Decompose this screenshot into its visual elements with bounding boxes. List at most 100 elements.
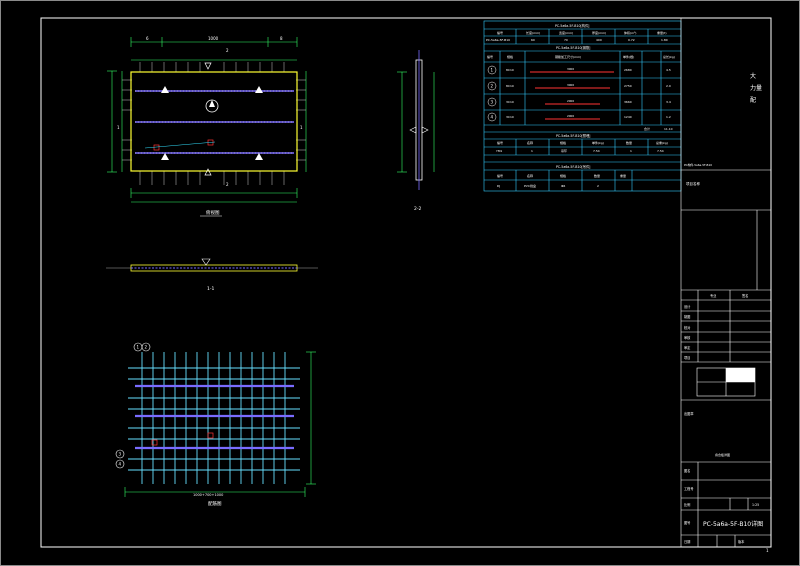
- schedule-row1-wt: 4.5: [666, 68, 671, 72]
- schedule-h1-c3: 宽度(mm): [559, 30, 573, 35]
- title-project-label: 项目名称: [686, 181, 700, 186]
- schedule-h4-c3: 规格: [560, 173, 566, 178]
- page-number: 1: [766, 548, 769, 553]
- section-mark-left: 1: [117, 125, 120, 130]
- schedule-row1-spec: 8C10: [506, 68, 514, 72]
- schedule-title-1: PC-5a6a-5F-B10[构件]: [555, 23, 589, 28]
- schedule-total-value: 11.10: [664, 127, 673, 131]
- schedule-r3-c1: YM1: [496, 149, 502, 153]
- rebar-bubble-label-2: 2: [145, 345, 148, 350]
- schedule-row3-spec: 3C10: [506, 100, 514, 104]
- schedule-row3-id: 3: [491, 100, 494, 105]
- section-1-support-icon: [201, 258, 211, 266]
- schedule-row1-len: 3000: [567, 67, 574, 71]
- schedule-h1-c1: 编号: [497, 30, 503, 35]
- schedule-title-2: PC-5a6a-5F-B10[钢筋]: [556, 45, 590, 50]
- schedule-h4-c5: 重量: [620, 173, 626, 178]
- section-2-support-icon-2: [421, 126, 429, 134]
- schedule-r1-c4: 400: [596, 38, 602, 42]
- rebar-dimensions: [124, 351, 316, 497]
- plan-dim-left: 6: [146, 36, 149, 41]
- title-scale: 1:25: [752, 503, 759, 507]
- title-bottom-row-2: 工程号: [684, 486, 694, 491]
- section-2-dimensions: [397, 71, 435, 173]
- schedule-row2-count: 2750: [624, 84, 632, 88]
- title-stamp-label: 出图章: [684, 411, 694, 416]
- north-arrow-head-icon: [209, 100, 215, 107]
- schedule-h1-c4: 厚度(mm): [592, 30, 606, 35]
- rebar-caption: 配筋图: [208, 500, 222, 507]
- section-mark-top: 2: [226, 48, 229, 53]
- plan-view: 6 1000 8 1 1 2 2 俯视图: [107, 36, 307, 217]
- schedule-r3-c6: 7.54: [657, 149, 664, 153]
- schedule-row2-wt: 2.0: [666, 84, 671, 88]
- title-row-4: 审核: [684, 335, 691, 340]
- schedule-h4-c4: 数量: [594, 173, 600, 178]
- title-bottom-row-4: 图号: [684, 520, 690, 525]
- section-mark-right: 1: [300, 125, 303, 130]
- schedule-h1-c2: 长度(mm): [526, 30, 540, 35]
- plan-embed-1: [153, 144, 160, 151]
- schedule-r3-c2: 1: [531, 149, 533, 153]
- schedule-h1-c6: 重量(t): [657, 30, 667, 35]
- title-version-label: 版本: [738, 539, 745, 544]
- title-drawing-title: 叠合板详图: [715, 452, 730, 457]
- rebar-grid-vertical: [141, 352, 286, 484]
- schedule-r1-c6: 1.80: [661, 38, 668, 42]
- section-2-support-icon: [409, 126, 417, 134]
- section-1-caption: 1-1: [207, 286, 214, 292]
- schedule-row4-spec: 3C10: [506, 115, 514, 119]
- schedule-row4-count: 1240: [624, 115, 632, 119]
- schedule-row2-id: 2: [491, 84, 494, 89]
- plan-dimensions: [107, 37, 307, 203]
- rebar-embed-2: [207, 432, 214, 439]
- schedule-h2-c4: 单件(根): [623, 54, 634, 59]
- rebar-dim-bottom: 1000+700+1000: [193, 493, 223, 497]
- schedule-row1-id: 1: [491, 68, 494, 73]
- schedule-row1-count: 2680: [624, 68, 632, 72]
- title-row-1: 设计: [684, 304, 691, 309]
- plan-rebar-stubs: [122, 62, 306, 185]
- title-row-5: 审定: [684, 345, 691, 350]
- plan-lift-markers: [161, 86, 263, 160]
- rebar-bubble-label-3: 3: [119, 452, 122, 457]
- schedule-r1-c5: 0.72: [628, 38, 635, 42]
- title-col-b: 签名: [742, 293, 748, 298]
- title-small-note: PC构件-5a6a-5F-B10: [684, 163, 712, 167]
- schedule-r1-c3: 70: [564, 38, 568, 42]
- schedule-row4-len: 2000: [567, 114, 574, 118]
- schedule-h4-c2: 名称: [527, 173, 533, 178]
- outer-border: [0, 0, 800, 566]
- schedule-h3-c2: 名称: [527, 140, 533, 145]
- section-mark-bottom: 2: [226, 182, 229, 187]
- schedule-h3-c4: 单件(kg): [592, 140, 604, 145]
- title-date-label: 日期: [684, 539, 690, 544]
- schedule-h3-c1: 编号: [497, 140, 503, 145]
- title-col-a: 专业: [710, 293, 716, 298]
- title-bottom-row-3: 比例: [684, 502, 690, 507]
- schedule-h2-c1: 编号: [487, 54, 493, 59]
- plan-caption: 俯视图: [206, 209, 220, 216]
- drawing-frame: [40, 17, 772, 548]
- title-row-6: 项目: [684, 356, 690, 360]
- title-row-3: 校对: [684, 325, 691, 330]
- schedule-r3-c3: 吊环: [561, 149, 567, 153]
- plan-dim-right: 8: [280, 36, 283, 41]
- stamp-fill: [726, 368, 755, 382]
- title-bottom-row-1: 图名: [684, 468, 690, 473]
- schedule-r1-c2: 60: [531, 38, 535, 42]
- title-note-1: 大: [750, 72, 756, 80]
- section-1-view: 1-1: [106, 258, 318, 292]
- schedule-total-label: 合计: [644, 126, 650, 131]
- schedule-row4-id: 4: [491, 115, 494, 120]
- title-note-2: 力量: [750, 84, 762, 92]
- schedule-h1-c5: 体积(m³): [624, 30, 636, 35]
- schedule-h2-c2: 规格: [507, 54, 513, 59]
- schedule-h2-c3: 钢筋加工尺寸(mm): [555, 54, 581, 59]
- schedule-r1-c1: PC-5a6a-5F-B10: [486, 38, 510, 42]
- schedule-r4-c4: 2: [597, 184, 599, 188]
- schedule-r3-c5: 1: [630, 149, 632, 153]
- title-note-3: 配: [750, 97, 756, 104]
- section-2-caption: 2-2: [414, 206, 421, 212]
- schedule-h3-c3: 规格: [560, 140, 566, 145]
